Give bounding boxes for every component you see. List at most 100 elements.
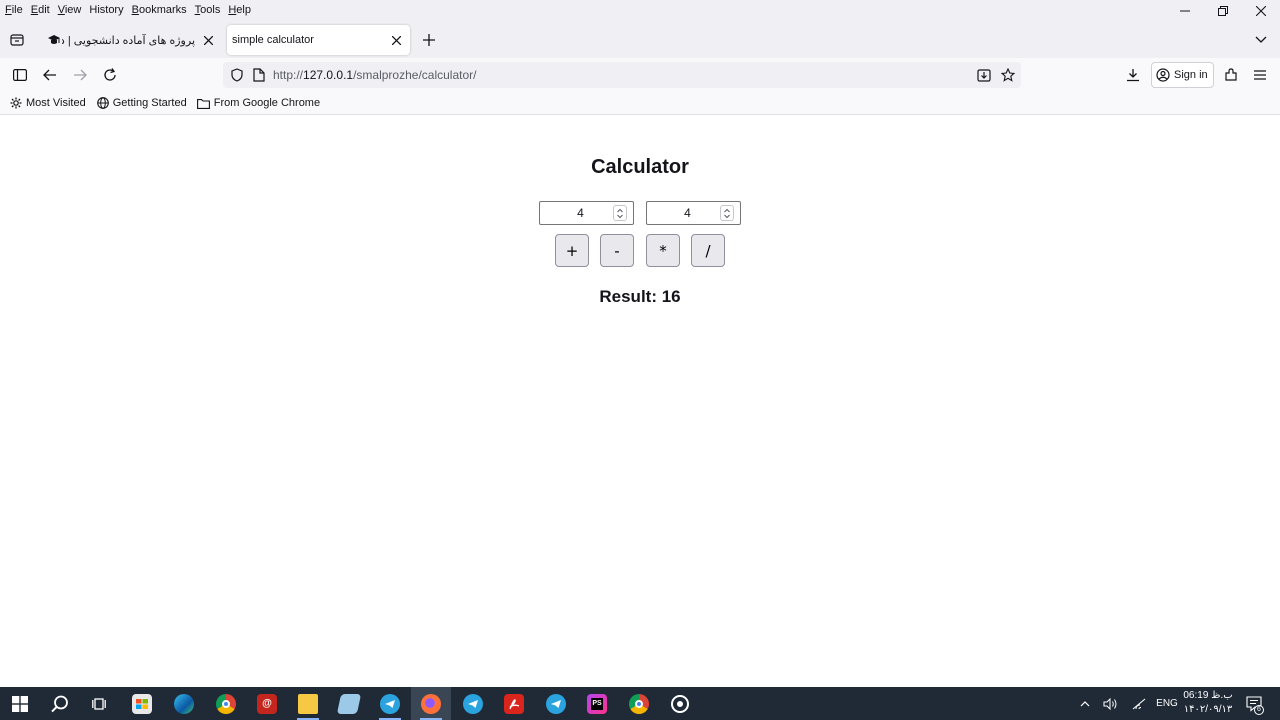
taskbar-store[interactable] [122, 687, 162, 720]
sign-in-button[interactable]: Sign in [1151, 62, 1214, 88]
graduation-cap-icon [46, 32, 62, 48]
tab-simple-calculator[interactable]: simple calculator [227, 25, 410, 55]
page-info-icon[interactable] [250, 66, 268, 84]
number-input-1[interactable]: 4 [539, 201, 634, 225]
bookmark-star-icon[interactable] [999, 66, 1017, 84]
hamburger-icon [1254, 70, 1266, 80]
folder-icon [197, 96, 211, 110]
start-button[interactable] [0, 687, 40, 720]
bookmarks-toolbar: Most Visited Getting Started From Google… [0, 92, 1280, 115]
volume-button[interactable] [1100, 687, 1122, 720]
shield-icon[interactable] [228, 66, 246, 84]
multiply-button[interactable]: * [646, 234, 680, 267]
task-view-button[interactable] [80, 687, 120, 720]
minimize-button[interactable] [1166, 0, 1204, 22]
divide-button[interactable]: / [691, 234, 725, 267]
chrome-icon [216, 693, 236, 714]
window-controls [1166, 0, 1280, 22]
tab-strip: پروژه های آماده دانشجویی | دانلو simple … [0, 22, 1280, 58]
install-app-icon[interactable] [975, 66, 993, 84]
taskbar-app-circle[interactable] [660, 687, 700, 720]
taskbar-clock[interactable]: 06:19 ب.ظ ۱۴۰۲/۰۹/۱۳ [1180, 689, 1236, 717]
taskbar-file-explorer[interactable] [288, 687, 328, 720]
account-icon [1156, 68, 1170, 82]
app-menu-button[interactable] [1248, 63, 1272, 87]
number-spinner[interactable] [613, 205, 627, 221]
menu-view[interactable]: View [53, 1, 85, 21]
number-spinner[interactable] [720, 205, 734, 221]
tab-title: پروژه های آماده دانشجویی | دانلو [62, 34, 195, 47]
menu-history[interactable]: History [84, 1, 126, 21]
wifi-icon [1132, 698, 1146, 709]
url-bar[interactable]: http://127.0.0.1/smalprozhe/calculator/ [223, 62, 1021, 88]
reload-icon [104, 68, 116, 81]
taskbar-notepad[interactable] [329, 687, 369, 720]
reload-button[interactable] [98, 63, 122, 87]
extensions-button[interactable] [1219, 63, 1243, 87]
chevron-up-icon [1080, 700, 1090, 706]
taskbar-telegram-3[interactable] [536, 687, 576, 720]
add-button[interactable]: + [555, 234, 589, 267]
notifications-button[interactable]: 6 [1242, 687, 1268, 720]
close-icon [203, 35, 213, 45]
bookmark-folder-from-google-chrome[interactable]: From Google Chrome [197, 96, 320, 110]
store-icon [132, 693, 152, 714]
menu-bookmarks[interactable]: Bookmarks [127, 1, 190, 21]
network-button[interactable] [1128, 687, 1150, 720]
tab-close-button[interactable] [386, 30, 406, 50]
notepad-icon [336, 693, 362, 714]
arrow-right-icon [74, 69, 87, 81]
spinner-arrows-icon [617, 208, 623, 218]
back-button[interactable] [38, 63, 62, 87]
forward-button[interactable] [68, 63, 92, 87]
menu-help[interactable]: Help [223, 1, 254, 21]
taskbar-firefox[interactable] [411, 687, 451, 720]
chrome-icon [629, 693, 649, 714]
taskbar-chrome-2[interactable] [619, 687, 659, 720]
tab-title: simple calculator [232, 34, 314, 46]
url-text[interactable]: http://127.0.0.1/smalprozhe/calculator/ [273, 68, 476, 82]
input-language[interactable]: ENG [1153, 687, 1181, 720]
menu-bar: File Edit View History Bookmarks Tools H… [0, 0, 1280, 22]
restore-button[interactable] [1204, 0, 1242, 22]
result-text: Result: 16 [599, 287, 681, 306]
taskbar-edge[interactable] [164, 687, 204, 720]
menu-file[interactable]: File [0, 1, 26, 21]
plus-icon [423, 34, 435, 46]
windows-logo-icon [12, 695, 28, 712]
firefox-view-button[interactable] [6, 30, 28, 50]
bookmark-most-visited[interactable]: Most Visited [9, 96, 86, 110]
tab-close-button[interactable] [198, 30, 218, 50]
restore-icon [1218, 6, 1228, 16]
circle-app-icon [671, 694, 689, 713]
taskbar-telegram-2[interactable] [453, 687, 493, 720]
show-hidden-icons-button[interactable] [1075, 687, 1095, 720]
telegram-icon [380, 693, 400, 714]
taskbar-chrome[interactable] [206, 687, 246, 720]
downloads-button[interactable] [1121, 63, 1145, 87]
new-tab-button[interactable] [418, 30, 440, 50]
edge-icon [174, 693, 194, 714]
sidebar-icon [13, 69, 27, 81]
search-button[interactable] [40, 687, 80, 720]
notification-count: 6 [1254, 705, 1264, 715]
taskbar-phpstorm[interactable]: PS [577, 687, 617, 720]
close-window-button[interactable] [1242, 0, 1280, 22]
spinner-arrows-icon [724, 208, 730, 218]
download-icon [1127, 69, 1139, 82]
menu-tools[interactable]: Tools [190, 1, 224, 21]
telegram-icon [463, 693, 483, 714]
menu-edit[interactable]: Edit [26, 1, 53, 21]
acrobat-icon [504, 693, 524, 714]
tab-student-projects[interactable]: پروژه های آماده دانشجویی | دانلو [38, 25, 222, 55]
globe-icon [96, 96, 110, 110]
bookmark-getting-started[interactable]: Getting Started [96, 96, 187, 110]
taskbar-acrobat[interactable] [494, 687, 534, 720]
sidebar-button[interactable] [8, 63, 32, 87]
firefox-icon [421, 693, 441, 714]
taskbar-telegram-1[interactable] [370, 687, 410, 720]
list-all-tabs-button[interactable] [1250, 30, 1272, 50]
taskbar-app-red[interactable]: @ [247, 687, 287, 720]
subtract-button[interactable]: - [600, 234, 634, 267]
number-input-2[interactable]: 4 [646, 201, 741, 225]
